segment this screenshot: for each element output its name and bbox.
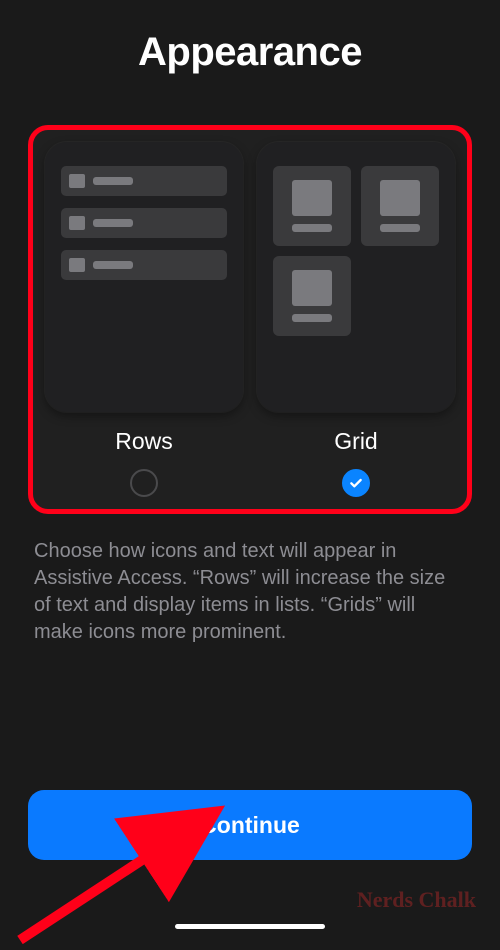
checkmark-icon <box>348 475 364 491</box>
rows-preview-item <box>61 166 227 196</box>
home-indicator[interactable] <box>175 924 325 929</box>
grid-preview-item <box>361 166 439 246</box>
appearance-description: Choose how icons and text will appear in… <box>34 538 466 646</box>
rows-preview-item <box>61 208 227 238</box>
page-title: Appearance <box>0 0 500 75</box>
option-rows-radio[interactable] <box>130 469 158 497</box>
option-rows[interactable]: Rows <box>45 142 243 497</box>
continue-button[interactable]: Continue <box>28 790 472 860</box>
rows-preview-item <box>61 250 227 280</box>
fade-overlay <box>0 725 500 775</box>
option-grid[interactable]: Grid <box>257 142 455 497</box>
options-row: Rows Grid <box>45 142 455 497</box>
option-rows-label: Rows <box>115 428 173 455</box>
grid-preview <box>257 142 455 412</box>
option-grid-radio[interactable] <box>342 469 370 497</box>
grid-preview-item <box>273 166 351 246</box>
watermark-text: Nerds Chalk <box>357 887 476 913</box>
appearance-selection-panel: Rows Grid <box>28 125 472 514</box>
grid-preview-item <box>273 256 351 336</box>
rows-preview <box>45 142 243 412</box>
option-grid-label: Grid <box>334 428 377 455</box>
